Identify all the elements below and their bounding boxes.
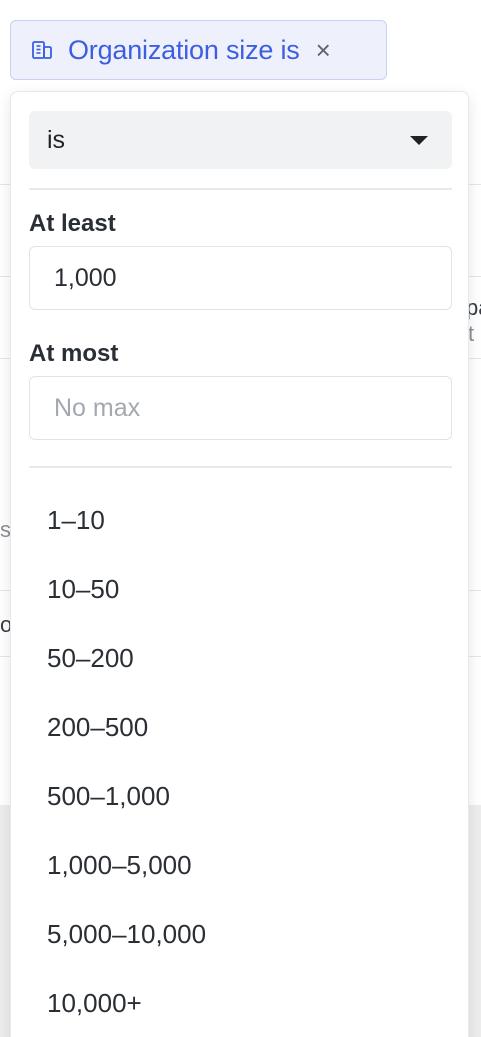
size-option[interactable]: 500–1,000: [29, 770, 452, 822]
size-option[interactable]: 50–200: [29, 632, 452, 684]
divider: [29, 466, 452, 468]
page: pa t s o Organization size is × is At le…: [0, 0, 481, 1037]
divider: [29, 188, 452, 190]
at-least-label: At least: [29, 210, 116, 237]
filter-chip-label: Organization size is: [68, 34, 300, 65]
size-option[interactable]: 1,000–5,000: [29, 839, 452, 891]
operator-select[interactable]: is: [29, 111, 452, 169]
operator-value: is: [47, 125, 66, 154]
at-least-input[interactable]: [29, 246, 452, 310]
size-option[interactable]: 1–10: [29, 494, 452, 546]
building-icon: [31, 39, 53, 61]
size-option[interactable]: 10,000+: [29, 977, 452, 1029]
size-option[interactable]: 5,000–10,000: [29, 908, 452, 960]
organization-size-filter-chip[interactable]: Organization size is ×: [10, 20, 387, 80]
organization-size-dropdown: is At least At most 1–10 10–50 50–200 20…: [10, 91, 469, 1037]
size-option[interactable]: 200–500: [29, 701, 452, 753]
size-option[interactable]: 10–50: [29, 563, 452, 615]
at-most-label: At most: [29, 340, 119, 367]
at-most-input[interactable]: [29, 376, 452, 440]
close-icon[interactable]: ×: [316, 37, 331, 63]
caret-down-icon: [410, 136, 428, 145]
